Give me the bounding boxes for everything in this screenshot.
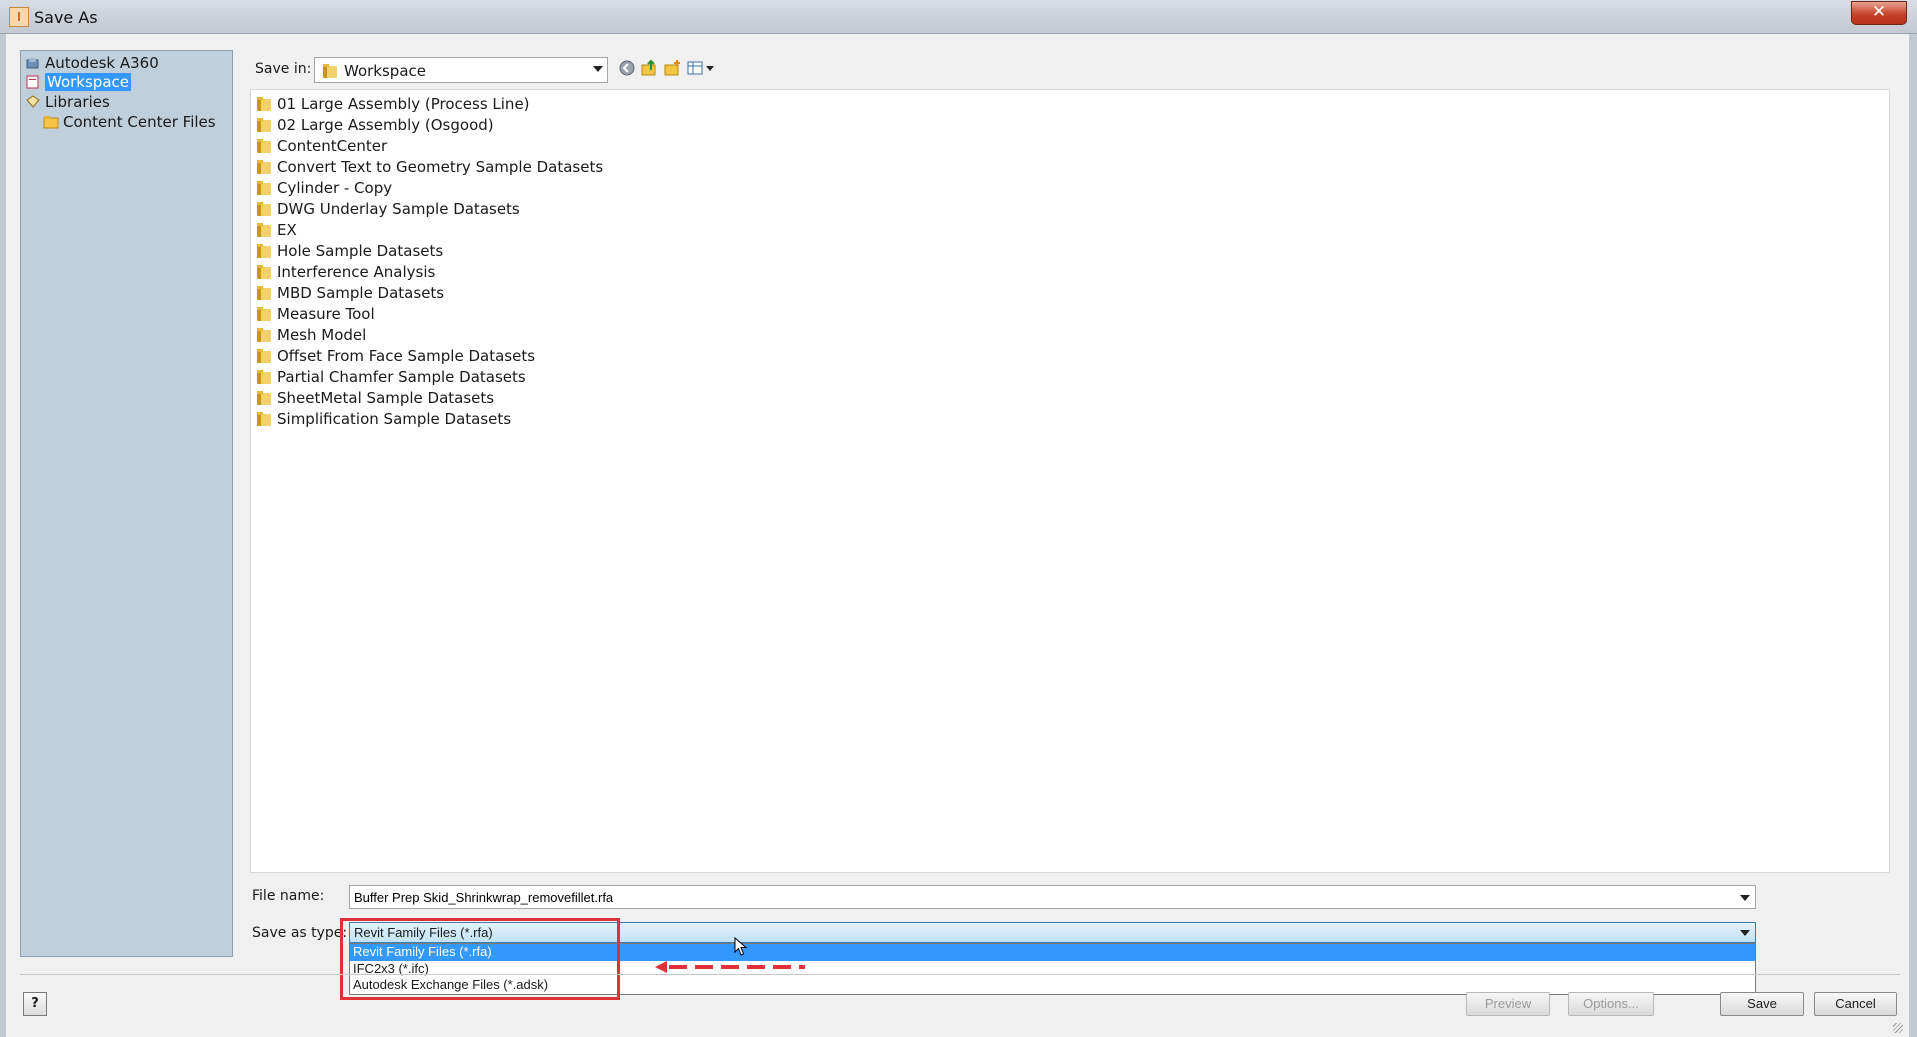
options-button[interactable]: Options...	[1568, 992, 1654, 1016]
file-list[interactable]: 01 Large Assembly (Process Line) 02 Larg…	[250, 89, 1890, 873]
sidebar-item-workspace[interactable]: Workspace	[25, 73, 131, 92]
sidebar-item-autodesk-a360[interactable]: Autodesk A360	[25, 54, 159, 73]
save-in-label: Save in:	[255, 61, 312, 77]
folder-icon	[257, 118, 271, 132]
inventor-app-icon: I	[9, 7, 29, 27]
save-as-type-label: Save as type:	[252, 925, 348, 941]
annotation-arrow-icon	[655, 961, 805, 973]
folder-icon	[323, 64, 337, 78]
folder-name: Interference Analysis	[277, 263, 436, 281]
sidebar-item-label: Autodesk A360	[45, 54, 159, 72]
folder-name: Convert Text to Geometry Sample Datasets	[277, 158, 604, 176]
library-icon	[26, 95, 40, 108]
cancel-button[interactable]: Cancel	[1814, 992, 1897, 1016]
mouse-cursor-icon	[734, 937, 748, 956]
folder-icon	[257, 160, 271, 174]
close-button[interactable]: ✕	[1851, 1, 1907, 25]
folder-name: MBD Sample Datasets	[277, 284, 445, 302]
help-button[interactable]: ?	[23, 992, 47, 1016]
folder-name: Partial Chamfer Sample Datasets	[277, 368, 526, 386]
sidebar-item-label: Libraries	[45, 93, 110, 111]
folder-name: 02 Large Assembly (Osgood)	[277, 116, 494, 134]
file-name-combo[interactable]	[349, 885, 1756, 909]
folder-icon	[257, 97, 271, 111]
folder-name: Simplification Sample Datasets	[277, 410, 512, 428]
folder-icon	[257, 370, 271, 384]
title-bar: I Save As ✕	[0, 0, 1917, 34]
sidebar-item-libraries[interactable]: Libraries	[25, 93, 110, 112]
save-button[interactable]: Save	[1720, 992, 1804, 1016]
window-frame-left	[0, 34, 6, 1037]
new-folder-icon[interactable]	[662, 58, 682, 78]
save-in-value: Workspace	[344, 62, 426, 80]
folder-icon	[257, 328, 271, 342]
sidebar-item-content-center-files[interactable]: Content Center Files	[43, 113, 216, 132]
folder-name: Offset From Face Sample Datasets	[277, 347, 536, 365]
folder-name: DWG Underlay Sample Datasets	[277, 200, 520, 218]
folder-icon	[257, 391, 271, 405]
resize-grip-icon[interactable]	[1893, 1023, 1903, 1033]
save-in-dropdown[interactable]: Workspace	[314, 57, 608, 83]
view-menu-icon[interactable]	[686, 58, 716, 78]
annotation-highlight-box	[340, 918, 620, 1000]
file-name-label: File name:	[252, 888, 325, 904]
folder-icon	[257, 223, 271, 237]
folder-icon	[43, 116, 59, 129]
back-icon[interactable]	[617, 58, 637, 78]
workspace-icon	[26, 75, 39, 89]
folder-name: Mesh Model	[277, 326, 367, 344]
sidebar-item-label: Content Center Files	[63, 113, 216, 131]
folder-icon	[257, 265, 271, 279]
folder-icon	[257, 139, 271, 153]
cloud-icon	[26, 58, 39, 69]
sidebar-item-label: Workspace	[45, 73, 131, 91]
footer-separator	[20, 974, 1900, 975]
folder-icon	[257, 202, 271, 216]
chevron-down-icon[interactable]	[1740, 930, 1750, 936]
chevron-down-icon	[593, 66, 603, 72]
folder-name: ContentCenter	[277, 137, 388, 155]
folder-icon	[257, 181, 271, 195]
folder-icon	[257, 307, 271, 321]
folder-name: Hole Sample Datasets	[277, 242, 444, 260]
folder-name: EX	[277, 221, 297, 239]
places-panel: Autodesk A360 Workspace Libraries Conten…	[20, 50, 233, 957]
window-frame-right	[1909, 34, 1917, 1037]
preview-button[interactable]: Preview	[1466, 992, 1550, 1016]
folder-name: Measure Tool	[277, 305, 375, 323]
folder-name: Cylinder - Copy	[277, 179, 393, 197]
folder-icon	[257, 244, 271, 258]
folder-name: 01 Large Assembly (Process Line)	[277, 95, 530, 113]
folder-icon	[257, 412, 271, 426]
file-name-field[interactable]	[354, 889, 1724, 906]
folder-icon	[257, 286, 271, 300]
chevron-down-icon[interactable]	[1740, 895, 1750, 901]
up-folder-icon[interactable]	[639, 58, 659, 78]
folder-name: SheetMetal Sample Datasets	[277, 389, 495, 407]
folder-icon	[257, 349, 271, 363]
window-title: Save As	[34, 8, 98, 27]
